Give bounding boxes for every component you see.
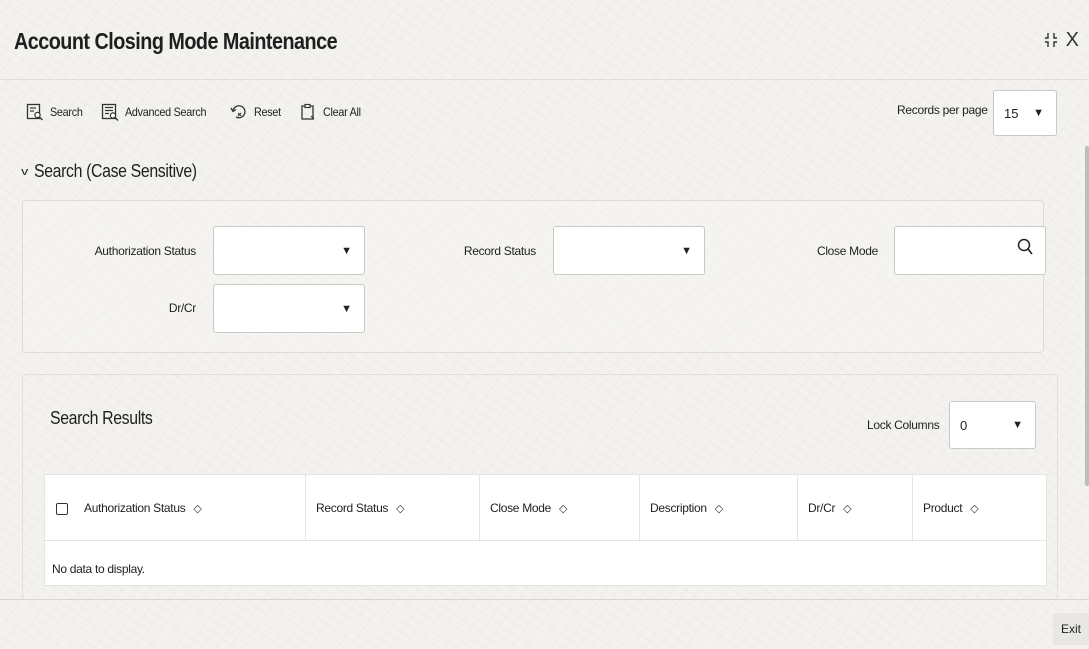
select-all-checkbox[interactable]	[56, 503, 68, 515]
column-header-description[interactable]: Description ◇	[640, 475, 798, 541]
record-status-select[interactable]: ▼	[553, 226, 705, 275]
record-status-label: Record Status	[463, 244, 536, 258]
advanced-search-icon	[102, 103, 119, 121]
close-mode-label: Close Mode	[816, 244, 878, 258]
caret-down-icon: ▼	[1012, 419, 1023, 431]
caret-down-icon: ▼	[341, 302, 352, 315]
caret-down-icon: ▼	[681, 244, 692, 257]
records-per-page-value: 15	[1004, 105, 1019, 121]
column-header-record-status[interactable]: Record Status ◇	[306, 475, 480, 541]
sort-updown-icon: ◇	[843, 502, 852, 515]
table-header-row: Authorization Status ◇ Record Status ◇ Clo…	[45, 475, 1046, 541]
exit-button[interactable]: Exit	[1053, 613, 1089, 645]
reset-icon	[230, 105, 247, 119]
sort-updown-icon: ◇	[714, 502, 723, 515]
caret-down-icon: ▼	[341, 244, 352, 257]
reset-button-label: Reset	[254, 105, 282, 119]
sort-updown-icon: ◇	[559, 502, 568, 515]
dr-cr-label: Dr/Cr	[168, 301, 196, 315]
chevron-down-icon: v	[21, 165, 29, 178]
authorization-status-select[interactable]: ▼	[213, 226, 365, 275]
page-title: Account Closing Mode Maintenance	[14, 28, 338, 54]
window-controls: X	[1044, 30, 1079, 50]
search-section-title: Search (Case Sensitive)	[33, 161, 197, 181]
column-header-dr-cr[interactable]: Dr/Cr ◇	[798, 475, 913, 541]
footer-divider	[0, 599, 1089, 600]
column-header-product[interactable]: Product ◇	[913, 475, 1048, 541]
clear-all-label: Clear All	[323, 105, 362, 119]
toolbar: Search Advanced Search Reset Clear All	[26, 97, 380, 127]
collapse-arrows-icon[interactable]	[1044, 32, 1058, 48]
clipboard-icon	[301, 103, 315, 120]
lock-columns-label: Lock Columns	[867, 418, 940, 432]
search-list-icon	[26, 103, 43, 121]
search-button-label: Search	[50, 105, 83, 119]
search-criteria-panel	[22, 200, 1044, 353]
vertical-scrollbar[interactable]	[1085, 146, 1089, 486]
page-header: Account Closing Mode Maintenance X	[0, 0, 1089, 80]
results-table: Authorization Status ◇ Record Status ◇ Clo…	[44, 474, 1047, 586]
sort-updown-icon: ◇	[193, 502, 202, 515]
records-per-page-label: Records per page	[897, 103, 988, 117]
sort-updown-icon: ◇	[396, 502, 405, 515]
clear-all-button[interactable]: Clear All	[299, 103, 365, 121]
search-results-title: Search Results	[50, 408, 153, 428]
column-header-authorization-status[interactable]: Authorization Status ◇	[74, 475, 306, 541]
lock-columns-value: 0	[960, 417, 968, 433]
advanced-search-label: Advanced Search	[125, 105, 207, 119]
records-per-page-select[interactable]: 15 ▼	[993, 90, 1057, 136]
column-header-close-mode[interactable]: Close Mode ◇	[480, 475, 640, 541]
close-window-icon[interactable]: X	[1066, 30, 1079, 50]
close-mode-input[interactable]	[894, 226, 1046, 275]
sort-updown-icon: ◇	[970, 502, 979, 515]
caret-down-icon: ▼	[1033, 107, 1044, 119]
empty-table-message: No data to display.	[52, 562, 145, 576]
lock-columns-select[interactable]: 0 ▼	[949, 401, 1036, 449]
reset-button[interactable]: Reset	[230, 103, 284, 121]
advanced-search-button[interactable]: Advanced Search	[101, 103, 215, 121]
search-section-toggle[interactable]: v Search (Case Sensitive)	[21, 161, 218, 182]
magnifier-icon[interactable]	[1017, 238, 1033, 256]
dr-cr-select[interactable]: ▼	[213, 284, 365, 333]
authorization-status-label: Authorization Status	[94, 244, 197, 258]
search-button[interactable]: Search	[26, 103, 86, 121]
